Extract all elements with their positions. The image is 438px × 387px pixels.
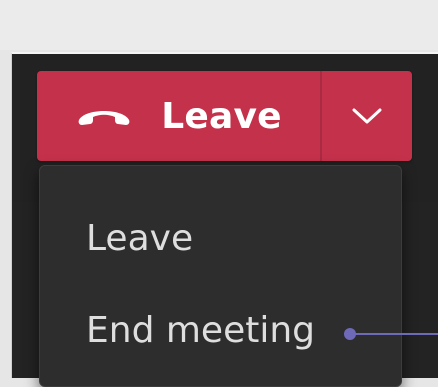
annotation-pointer: [344, 328, 438, 340]
phone-hangup-icon: [75, 103, 133, 129]
background-window: [0, 0, 438, 50]
menu-item-leave[interactable]: Leave: [40, 206, 401, 270]
leave-options-menu: Leave End meeting: [39, 165, 402, 387]
leave-options-dropdown[interactable]: [322, 71, 412, 161]
chevron-down-icon: [352, 107, 382, 125]
leave-button-label: Leave: [161, 95, 282, 137]
leave-split-button: Leave: [37, 71, 412, 161]
leave-button[interactable]: Leave: [37, 71, 322, 161]
